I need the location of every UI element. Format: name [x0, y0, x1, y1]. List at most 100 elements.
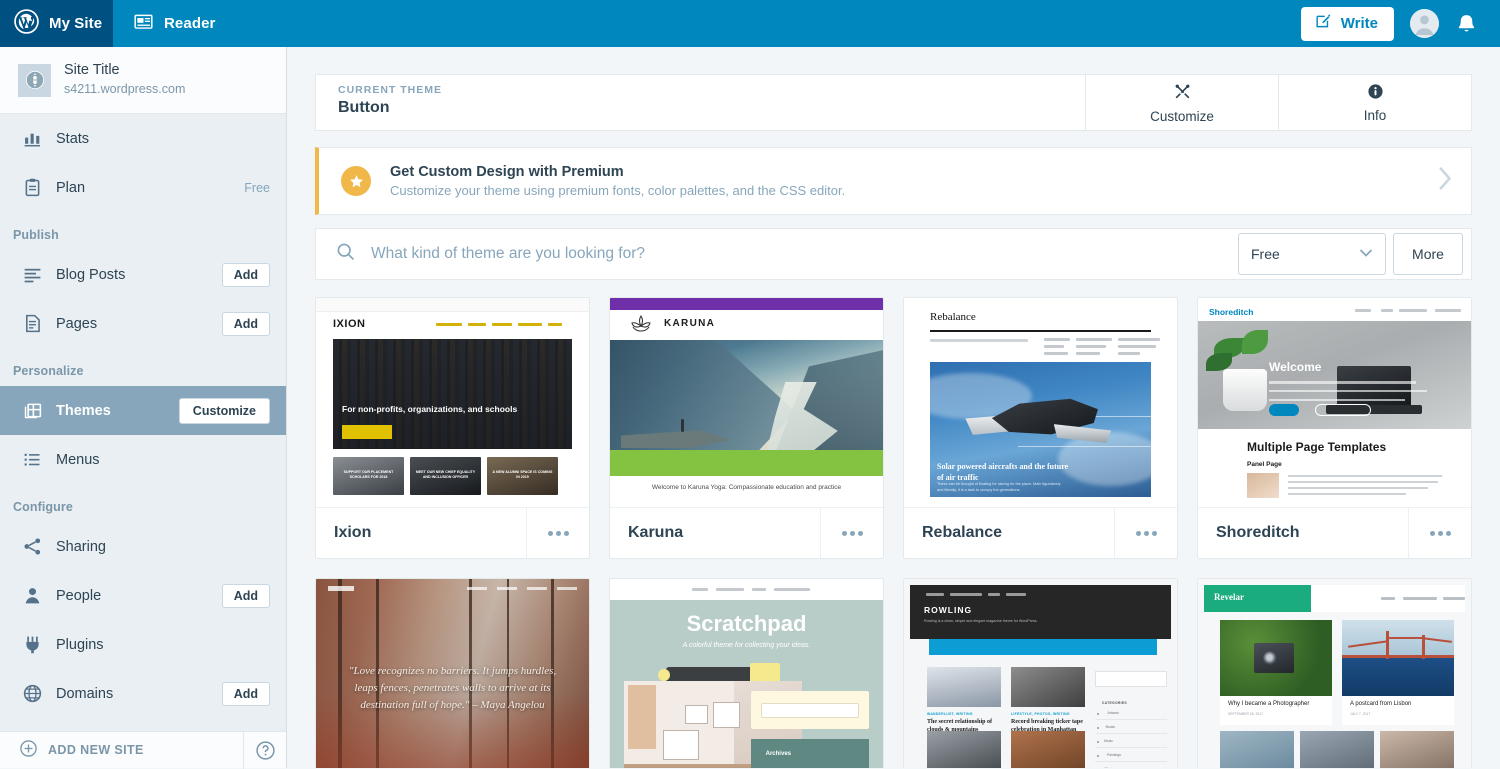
more-filters-button[interactable]: More [1393, 233, 1463, 275]
customize-theme-button[interactable]: Customize [178, 397, 270, 424]
theme-preview-scratchpad[interactable]: Scratchpad A colorful theme for collecti… [610, 579, 883, 768]
theme-card-row2-1[interactable]: "Love recognizes no barriers. It jumps h… [315, 578, 590, 768]
theme-name: Karuna [628, 524, 684, 541]
sidebar-item-pages[interactable]: Pages Add [0, 299, 286, 348]
preview-post1-title: The secret relationship of clouds & moun… [927, 719, 992, 734]
add-domain-button[interactable]: Add [221, 681, 270, 706]
add-new-site-label: ADD NEW SITE [48, 743, 144, 757]
preview-logo: IXION [333, 318, 366, 330]
help-question-icon[interactable] [243, 731, 286, 769]
sidebar-item-domains[interactable]: Domains Add [0, 669, 286, 718]
search-field-wrapper[interactable] [316, 241, 1238, 267]
theme-card-row2-4[interactable]: Revelar Why I became a Photographer SEPT… [1197, 578, 1472, 768]
preview-h2: Multiple Page Templates [1247, 440, 1387, 454]
add-people-button[interactable]: Add [221, 583, 270, 608]
theme-card-footer: Rebalance [904, 508, 1177, 558]
preview-brand: Revelar [1214, 592, 1244, 602]
preview-post2-title: Record breaking ticker tape celebration … [1011, 719, 1083, 734]
sidebar-item-stats[interactable]: Stats [0, 114, 286, 163]
ellipsis-menu-icon[interactable] [820, 508, 883, 558]
theme-name: Shoreditch [1216, 524, 1300, 541]
preview-sidebar-title: Archives [765, 751, 791, 757]
theme-name: Ixion [334, 524, 372, 541]
theme-card-row2-2[interactable]: Scratchpad A colorful theme for collecti… [609, 578, 884, 768]
clipboard-plan-icon [22, 177, 48, 198]
user-avatar-icon[interactable] [1410, 9, 1439, 38]
sidebar-item-label: People [56, 587, 102, 604]
sidebar-section-configure: Configure [13, 500, 73, 514]
theme-preview-ixion[interactable]: IXION For non-profits, organizations, an… [316, 298, 589, 508]
sidebar-item-label: Pages [56, 315, 98, 332]
bell-notification-icon[interactable] [1455, 12, 1478, 35]
sidebar-item-label: Sharing [56, 538, 106, 555]
theme-preview-karuna[interactable]: KARUNA Welcome to Karuna Yoga: Compassio… [610, 298, 883, 508]
current-theme-info[interactable]: CURRENT THEME Button [316, 75, 1085, 130]
theme-preview-rebalance[interactable]: Rebalance Solar powered aircrafts and th… [904, 298, 1177, 508]
masthead: My Site Reader Write [0, 0, 1500, 47]
chevron-right-icon[interactable] [1436, 166, 1453, 196]
sidebar-section-personalize: Personalize [13, 364, 84, 378]
info-button[interactable]: Info [1278, 75, 1471, 130]
theme-card-shoreditch[interactable]: Shoreditch Welcome Multiple Page Templat… [1197, 297, 1472, 559]
site-globe-icon [18, 63, 51, 97]
preview-body: These can be thought of floating for rai… [937, 481, 1061, 492]
add-blog-post-button[interactable]: Add [221, 262, 270, 287]
sidebar-item-plan[interactable]: Plan Free [0, 163, 286, 212]
ellipsis-menu-icon[interactable] [1114, 508, 1177, 558]
masthead-reader[interactable]: Reader [113, 0, 237, 47]
preview-headline: For non-profits, organizations, and scho… [342, 403, 518, 414]
theme-card-karuna[interactable]: KARUNA Welcome to Karuna Yoga: Compassio… [609, 297, 884, 559]
preview-tile-1: SUPPORT OUR PLACEMENT SCHOLARS FOR 2018 [343, 470, 394, 480]
preview-post1-title: Why I became a Photographer [1228, 701, 1310, 707]
preview-post2-kicker: LIFESTYLE, PHOTOS, WRITING [1011, 712, 1070, 716]
preview-title: Scratchpad [686, 611, 807, 636]
themes-layout-icon [22, 400, 48, 421]
sidebar-item-plugins[interactable]: Plugins [0, 620, 286, 669]
preview-logo: Rebalance [930, 311, 976, 323]
site-title: Site Title [64, 62, 120, 79]
masthead-my-site[interactable]: My Site [0, 0, 113, 47]
plugin-plug-icon [22, 634, 48, 655]
search-input[interactable] [371, 245, 1238, 263]
write-button-label: Write [1340, 15, 1378, 32]
add-page-button[interactable]: Add [221, 311, 270, 336]
plus-circle-icon [19, 739, 38, 761]
add-new-site-button[interactable]: ADD NEW SITE [0, 739, 243, 761]
preview-brand: ROWLING [924, 605, 973, 615]
preview-logo: KARUNA [664, 318, 716, 329]
preview-post2-title: A postcard from Lisbon [1350, 701, 1412, 707]
info-circle-icon [1367, 83, 1384, 105]
ellipsis-menu-icon[interactable] [1408, 508, 1471, 558]
preview-post1-kicker: WANDERLUST, WRITING [927, 712, 973, 716]
site-url: s4211.wordpress.com [64, 82, 186, 97]
sidebar-item-sharing[interactable]: Sharing [0, 522, 286, 571]
theme-tier-select[interactable]: Free [1238, 233, 1386, 275]
preview-quote: "Love recognizes no barriers. It jumps h… [348, 664, 557, 711]
info-button-label: Info [1363, 107, 1387, 123]
star-badge-icon [341, 166, 371, 196]
theme-card-rebalance[interactable]: Rebalance Solar powered aircrafts and th… [903, 297, 1178, 559]
preview-logo: Shoreditch [1209, 307, 1254, 317]
theme-preview-autumn[interactable]: "Love recognizes no barriers. It jumps h… [316, 579, 589, 768]
theme-preview-rowling[interactable]: ROWLING Rowling is a clean, simple and e… [904, 579, 1177, 768]
sidebar-item-menus[interactable]: Menus [0, 435, 286, 484]
premium-banner-subtitle: Customize your theme using premium fonts… [390, 183, 846, 198]
sidebar-item-people[interactable]: People Add [0, 571, 286, 620]
write-button[interactable]: Write [1300, 6, 1394, 41]
theme-preview-shoreditch[interactable]: Shoreditch Welcome Multiple Page Templat… [1198, 298, 1471, 508]
current-theme-name: Button [338, 99, 390, 116]
premium-upsell-banner[interactable]: Get Custom Design with Premium Customize… [315, 147, 1472, 215]
theme-preview-revelar[interactable]: Revelar Why I became a Photographer SEPT… [1198, 579, 1471, 768]
site-card[interactable]: Site Title s4211.wordpress.com [0, 47, 286, 114]
sidebar-item-themes[interactable]: Themes Customize [0, 386, 286, 435]
customize-button[interactable]: Customize [1085, 75, 1278, 130]
sidebar-item-label: Menus [56, 451, 100, 468]
theme-card-row2-3[interactable]: ROWLING Rowling is a clean, simple and e… [903, 578, 1178, 768]
sidebar-item-blog-posts[interactable]: Blog Posts Add [0, 250, 286, 299]
theme-card-ixion[interactable]: IXION For non-profits, organizations, an… [315, 297, 590, 559]
share-nodes-icon [22, 536, 48, 557]
preview-tile-2: MEET OUR NEW CHIEF EQUALITY AND INCLUSIO… [415, 470, 476, 480]
ellipsis-menu-icon[interactable] [526, 508, 589, 558]
preview-post2-date: JULY 7, 2017 [1350, 712, 1371, 716]
preview-welcome: Welcome to Karuna Yoga: Compassionate ed… [651, 484, 842, 491]
